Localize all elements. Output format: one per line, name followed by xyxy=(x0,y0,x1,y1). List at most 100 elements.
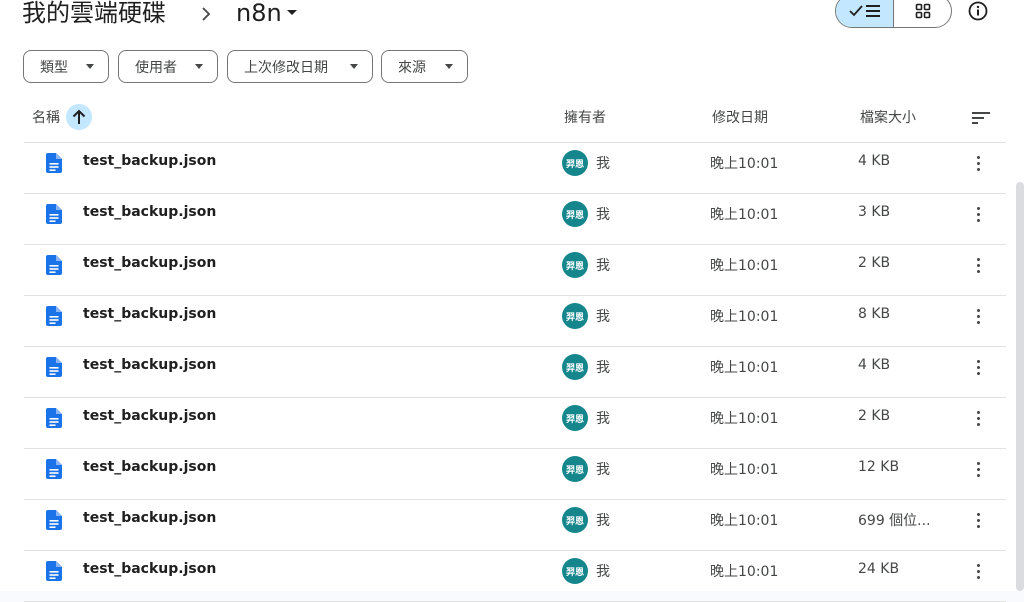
file-modified: 晚上10:01 xyxy=(710,207,779,223)
document-icon xyxy=(46,357,62,377)
scrollbar-thumb[interactable] xyxy=(1016,182,1024,591)
file-size: 4 KB xyxy=(858,153,891,169)
more-vert-icon xyxy=(976,524,980,528)
file-size: 12 KB xyxy=(858,459,900,475)
file-row[interactable]: test_backup.json 羿恩我 晚上10:01 12 KB xyxy=(24,449,1006,500)
more-actions-button[interactable] xyxy=(964,557,992,585)
caret-down-icon xyxy=(86,64,94,69)
filter-type-chip[interactable]: 類型 xyxy=(23,50,109,83)
more-actions-button[interactable] xyxy=(964,455,992,483)
more-vert-icon xyxy=(976,461,980,465)
file-name[interactable]: test_backup.json xyxy=(83,510,216,526)
file-name[interactable]: test_backup.json xyxy=(83,357,216,373)
header: 我的雲端硬碟 n8n xyxy=(0,0,1024,34)
filter-people-chip[interactable]: 使用者 xyxy=(118,50,218,83)
filter-modified-label: 上次修改日期 xyxy=(244,59,328,76)
file-size: 8 KB xyxy=(858,306,891,322)
caret-down-icon xyxy=(286,10,297,15)
grid-view-button[interactable] xyxy=(894,0,951,27)
file-owner: 我 xyxy=(596,207,610,223)
caret-down-icon xyxy=(445,64,453,69)
more-vert-icon xyxy=(976,212,980,216)
list-icon xyxy=(865,5,880,17)
scrollbar[interactable] xyxy=(1014,182,1024,591)
more-actions-button[interactable] xyxy=(964,200,992,228)
file-name[interactable]: test_backup.json xyxy=(83,459,216,475)
file-row[interactable]: test_backup.json 羿恩我 晚上10:01 3 KB xyxy=(24,194,1006,245)
more-vert-icon xyxy=(976,263,980,267)
sort-ascending-button[interactable] xyxy=(66,104,92,130)
filter-people-label: 使用者 xyxy=(135,59,177,76)
file-size: 4 KB xyxy=(858,357,891,373)
breadcrumb-current-label: n8n xyxy=(236,0,282,27)
file-name[interactable]: test_backup.json xyxy=(83,255,216,271)
file-owner: 我 xyxy=(596,156,610,172)
filter-modified-chip[interactable]: 上次修改日期 xyxy=(227,50,373,83)
document-icon xyxy=(46,459,62,479)
file-size: 699 個位... xyxy=(858,513,931,529)
document-icon xyxy=(46,561,62,581)
more-actions-button[interactable] xyxy=(964,506,992,534)
more-actions-button[interactable] xyxy=(964,404,992,432)
file-name[interactable]: test_backup.json xyxy=(83,204,216,220)
more-vert-icon xyxy=(976,161,980,165)
file-owner: 我 xyxy=(596,564,610,580)
file-modified: 晚上10:01 xyxy=(710,360,779,376)
file-modified: 晚上10:01 xyxy=(710,156,779,172)
file-list: test_backup.json 羿恩我晚上10:01 4 KB test_backu… xyxy=(24,143,1006,602)
column-header-owner[interactable]: 擁有者 xyxy=(564,103,606,131)
more-actions-button[interactable] xyxy=(964,149,992,177)
file-row[interactable]: test_backup.json 羿恩我 晚上10:01 4 KB xyxy=(24,143,1006,194)
more-vert-icon xyxy=(976,218,980,222)
file-row[interactable]: test_backup.json 羿恩我 晚上10:01 2 KB xyxy=(24,245,1006,296)
file-row[interactable]: test_backup.json 羿恩我 晚上10:01 4 KB xyxy=(24,347,1006,398)
more-vert-icon xyxy=(976,371,980,375)
filter-source-chip[interactable]: 來源 xyxy=(381,50,468,83)
file-name[interactable]: test_backup.json xyxy=(83,306,216,322)
arrow-up-icon xyxy=(72,109,86,124)
avatar: 羿恩 xyxy=(562,201,588,227)
file-row[interactable]: test_backup.json 羿恩我 晚上10:01 8 KB xyxy=(24,296,1006,347)
file-row[interactable]: test_backup.json 羿恩我 晚上10:01 699 個位... xyxy=(24,500,1006,551)
more-vert-icon xyxy=(976,467,980,471)
column-name-label: 名稱 xyxy=(32,110,60,126)
file-size: 24 KB xyxy=(858,561,900,577)
filter-type-label: 類型 xyxy=(40,59,68,76)
file-modified: 晚上10:01 xyxy=(710,309,779,325)
document-icon xyxy=(46,204,62,224)
more-vert-icon xyxy=(976,167,980,171)
more-vert-icon xyxy=(976,569,980,573)
more-actions-button[interactable] xyxy=(964,251,992,279)
breadcrumb-current-folder[interactable]: n8n xyxy=(228,0,306,31)
filter-source-label: 來源 xyxy=(398,59,426,76)
more-vert-icon xyxy=(976,365,980,369)
file-size: 2 KB xyxy=(858,408,891,424)
file-size: 3 KB xyxy=(858,204,891,220)
sort-options-button[interactable] xyxy=(967,104,995,132)
more-actions-button[interactable] xyxy=(964,302,992,330)
column-header-modified[interactable]: 修改日期 xyxy=(712,103,768,131)
column-header-name[interactable]: 名稱 xyxy=(32,103,92,131)
more-vert-icon xyxy=(976,257,980,261)
drive-file-list-panel: 我的雲端硬碟 n8n 類型 使用者 上次修改日期 來源 名稱 擁有者 修改日期 … xyxy=(0,0,1024,602)
avatar: 羿恩 xyxy=(562,405,588,431)
more-vert-icon xyxy=(976,314,980,318)
more-vert-icon xyxy=(976,512,980,516)
file-name[interactable]: test_backup.json xyxy=(83,561,216,577)
breadcrumb-root[interactable]: 我的雲端硬碟 xyxy=(22,0,166,30)
document-icon xyxy=(46,306,62,326)
column-header-size[interactable]: 檔案大小 xyxy=(860,103,916,131)
file-name[interactable]: test_backup.json xyxy=(83,153,216,169)
file-row[interactable]: test_backup.json 羿恩我 晚上10:01 24 KB xyxy=(24,551,1006,602)
info-icon xyxy=(968,1,988,21)
chevron-right-icon xyxy=(196,0,216,30)
avatar: 羿恩 xyxy=(562,354,588,380)
more-actions-button[interactable] xyxy=(964,353,992,381)
file-row[interactable]: test_backup.json 羿恩我 晚上10:01 2 KB xyxy=(24,398,1006,449)
details-info-button[interactable] xyxy=(962,0,994,28)
more-vert-icon xyxy=(976,320,980,324)
document-icon xyxy=(46,153,62,173)
more-vert-icon xyxy=(976,422,980,426)
file-name[interactable]: test_backup.json xyxy=(83,408,216,424)
list-view-button[interactable] xyxy=(836,0,894,27)
